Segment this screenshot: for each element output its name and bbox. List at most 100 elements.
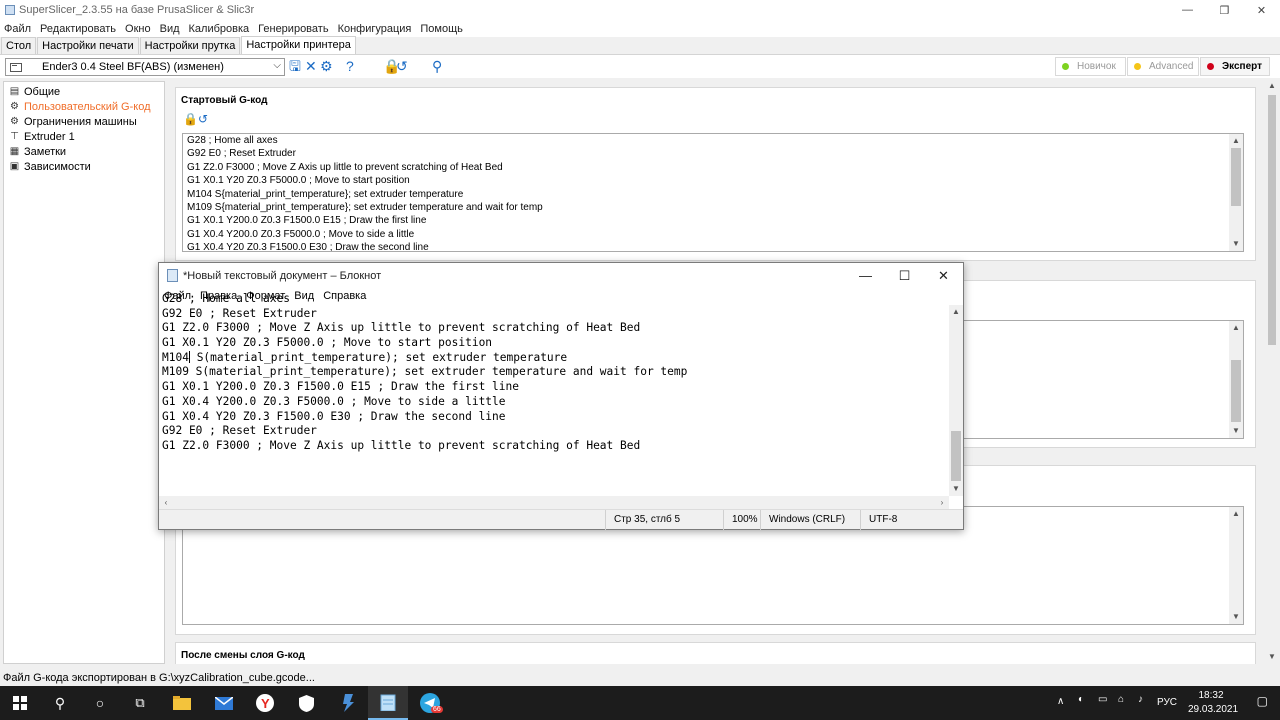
settings-icon[interactable]: ⚙	[320, 58, 333, 74]
monitor-icon[interactable]: ▭	[1098, 694, 1107, 705]
start-button[interactable]	[0, 686, 40, 720]
tree-item-dependencies[interactable]: ▣ Зависимости	[4, 159, 164, 174]
tab-filament-settings[interactable]: Настройки прутка	[139, 37, 241, 54]
scroll-down-icon[interactable]: ▼	[1229, 610, 1243, 624]
scroll-left-icon[interactable]: ‹	[159, 496, 173, 509]
menu-calibration[interactable]: Калибровка	[189, 23, 250, 35]
scroll-down-icon[interactable]: ▼	[949, 482, 963, 496]
file-explorer-button[interactable]	[162, 686, 202, 720]
after-layer-gcode-title: После смены слоя G-код	[181, 650, 305, 661]
start-gcode-icons: 🔒↺	[183, 112, 208, 126]
menu-window[interactable]: Окно	[125, 23, 151, 35]
menu-generate[interactable]: Генерировать	[258, 23, 328, 35]
telegram-button[interactable]: 66	[410, 686, 450, 720]
chevron-up-icon[interactable]: ∧	[1057, 696, 1064, 707]
security-button[interactable]	[286, 686, 326, 720]
notepad-vertical-scrollbar[interactable]: ▲ ▼	[949, 305, 963, 496]
notepad-titlebar[interactable]: *Новый текстовый документ – Блокнот — ☐ …	[159, 263, 963, 288]
clock-time: 18:32	[1198, 690, 1224, 701]
lock-icon[interactable]: 🔒	[183, 112, 198, 126]
before-layer-scrollbar[interactable]: ▲ ▼	[1229, 507, 1243, 624]
start-gcode-title: Стартовый G-код	[181, 95, 268, 106]
line-endings: Windows (CRLF)	[760, 510, 860, 530]
minimize-button[interactable]: —	[1169, 0, 1206, 20]
undo-icon[interactable]: ↺	[198, 112, 208, 126]
minimize-icon: —	[1182, 4, 1193, 16]
scroll-down-icon[interactable]: ▼	[1229, 237, 1243, 251]
scroll-thumb[interactable]	[951, 431, 961, 481]
notepad-taskbar-button[interactable]	[368, 686, 408, 720]
restore-button[interactable]: ❐	[1206, 0, 1243, 20]
gcode-line: G1 Z2.0 F3000 ; Move Z Axis up little to…	[187, 161, 503, 173]
mail-button[interactable]	[204, 686, 244, 720]
tree-item-extruder-1[interactable]: ⊤ Extruder 1	[4, 129, 164, 144]
delete-icon[interactable]: ✕	[305, 58, 317, 74]
search-icon[interactable]: ⚲	[432, 58, 442, 74]
close-button[interactable]: ✕	[1243, 0, 1280, 20]
scroll-up-icon[interactable]: ▲	[1229, 134, 1243, 148]
settings-toolbar: Ender3 0.4 Steel BF(ABS) (изменен) ⌵ 🖫 ✕…	[0, 55, 1280, 78]
mode-beginner-button[interactable]: Новичок	[1055, 57, 1126, 76]
task-view-button[interactable]: ⧉	[120, 686, 160, 720]
scroll-right-icon[interactable]: ›	[935, 496, 949, 509]
notepad-text-area[interactable]: G28 ; Home all axes G92 E0 ; Reset Extrud…	[162, 292, 948, 455]
scroll-down-icon[interactable]: ▼	[1266, 652, 1278, 664]
after-layer-gcode-section: После смены слоя G-код	[175, 642, 1256, 664]
search-button[interactable]: ⚲	[40, 686, 80, 720]
start-gcode-editor[interactable]: G28 ; Home all axes G92 E0 ; Reset Extrud…	[182, 133, 1244, 252]
dependencies-icon: ▣	[9, 161, 20, 172]
window-titlebar: SuperSlicer_2.3.55 на базе PrusaSlicer &…	[0, 0, 1280, 20]
content-scrollbar[interactable]: ▲ ▼	[1266, 81, 1278, 664]
mode-advanced-button[interactable]: Advanced	[1127, 57, 1199, 76]
notepad-minimize-button[interactable]: —	[846, 263, 885, 288]
notepad-title: *Новый текстовый документ – Блокнот	[183, 269, 382, 282]
start-gcode-scrollbar[interactable]: ▲ ▼	[1229, 134, 1243, 251]
input-language[interactable]: РУС	[1157, 697, 1177, 708]
cortana-button[interactable]: ○	[80, 686, 120, 720]
notepad-maximize-button[interactable]: ☐	[885, 263, 924, 288]
menu-view[interactable]: Вид	[160, 23, 180, 35]
notepad-horizontal-scrollbar[interactable]: ‹ ›	[159, 496, 949, 509]
help-icon[interactable]: ?	[346, 58, 354, 74]
yandex-browser-button[interactable]: Y	[245, 686, 285, 720]
scroll-down-icon[interactable]: ▼	[1229, 424, 1243, 438]
tree-item-custom-gcode[interactable]: ⚙ Пользовательский G-код	[4, 99, 164, 114]
notepad-close-button[interactable]: ✕	[924, 263, 963, 288]
scroll-up-icon[interactable]: ▲	[949, 305, 963, 319]
tree-item-notes[interactable]: ▦ Заметки	[4, 144, 164, 159]
undo-icon[interactable]: ↺	[396, 58, 408, 74]
printer-preset-select[interactable]: Ender3 0.4 Steel BF(ABS) (изменен) ⌵	[5, 58, 285, 76]
save-icon[interactable]: 🖫	[289, 58, 301, 74]
superslicer-taskbar-button[interactable]	[328, 686, 368, 720]
sync-icon[interactable]: ◐	[1078, 694, 1084, 705]
volume-icon[interactable]: ♪	[1138, 694, 1143, 705]
scroll-up-icon[interactable]: ▲	[1229, 321, 1243, 335]
tree-item-general[interactable]: ▤ Общие	[4, 84, 164, 99]
menu-file[interactable]: Файл	[4, 23, 31, 35]
menu-configuration[interactable]: Конфигурация	[338, 23, 412, 35]
tab-print-settings[interactable]: Настройки печати	[37, 37, 139, 54]
scroll-thumb[interactable]	[1231, 148, 1241, 206]
notifications-icon[interactable]: ▢	[1257, 694, 1268, 708]
gcode-line: G1 X0.4 Y20 Z0.3 F1500.0 E30 ; Draw the …	[187, 242, 429, 252]
svg-text:Y: Y	[261, 696, 270, 711]
notepad-line: G1 X0.1 Y20 Z0.3 F5000.0 ; Move to start…	[162, 336, 493, 350]
end-gcode-scrollbar[interactable]: ▲ ▼	[1229, 321, 1243, 438]
taskbar-clock[interactable]: 18:32 29.03.2021	[1188, 689, 1238, 717]
yandex-browser-icon: Y	[256, 694, 274, 712]
scroll-thumb[interactable]	[1231, 360, 1241, 422]
tab-printer-settings[interactable]: Настройки принтера	[241, 36, 356, 54]
scroll-up-icon[interactable]: ▲	[1266, 81, 1278, 93]
tab-plater[interactable]: Стол	[1, 37, 37, 54]
network-icon[interactable]: ⌂	[1118, 694, 1124, 705]
menu-edit[interactable]: Редактировать	[40, 23, 116, 35]
mode-expert-button[interactable]: Эксперт	[1200, 57, 1270, 76]
chevron-down-icon: ⌵	[273, 60, 281, 71]
mode-advanced-label: Advanced	[1149, 61, 1194, 72]
tree-item-machine-limits[interactable]: ⚙ Ограничения машины	[4, 114, 164, 129]
menu-help[interactable]: Помощь	[420, 23, 463, 35]
scroll-up-icon[interactable]: ▲	[1229, 507, 1243, 521]
main-tabs: Стол Настройки печати Настройки прутка Н…	[0, 36, 1280, 55]
scroll-thumb[interactable]	[1268, 95, 1276, 345]
gcode-line: G28 ; Home all axes	[187, 135, 278, 146]
